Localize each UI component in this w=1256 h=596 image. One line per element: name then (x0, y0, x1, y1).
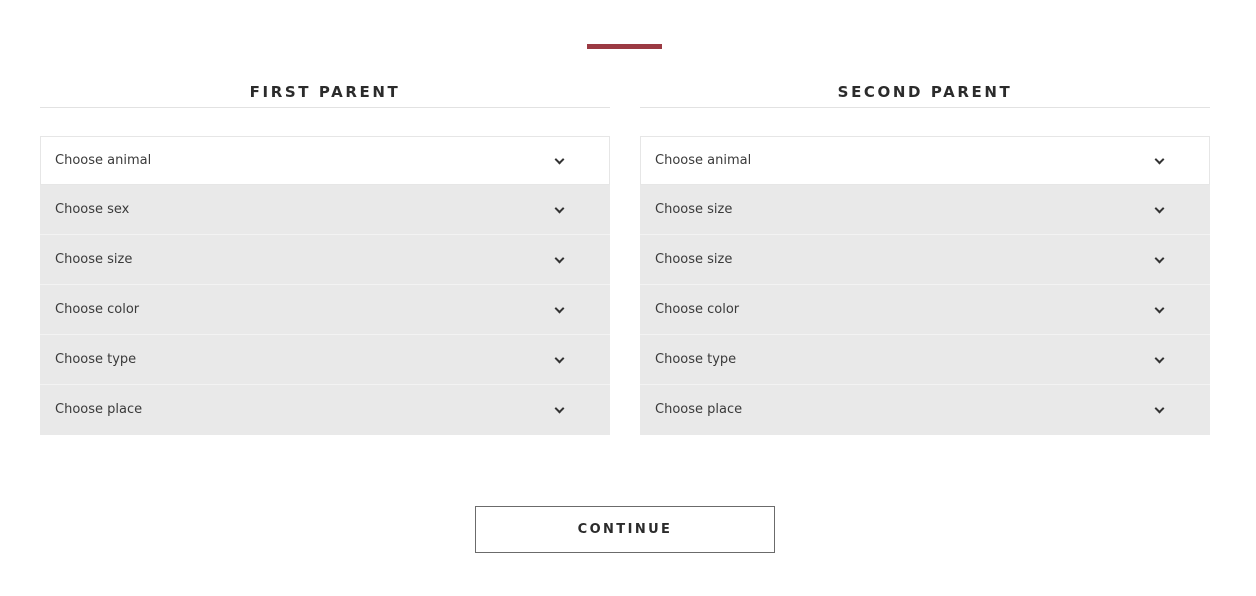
select-label: Choose size (55, 252, 133, 267)
continue-button[interactable]: CONTINUE (475, 506, 775, 553)
second-parent-place-select[interactable]: Choose place (640, 385, 1210, 435)
second-parent-type-select[interactable]: Choose type (640, 335, 1210, 385)
select-label: Choose sex (55, 202, 130, 217)
chevron-down-icon (1154, 253, 1165, 264)
chevron-down-icon (554, 403, 565, 414)
first-parent-panel: FIRST PARENT Choose animal Choose sex Ch… (40, 78, 610, 435)
first-parent-type-select[interactable]: Choose type (40, 335, 610, 385)
first-parent-title: FIRST PARENT (40, 78, 610, 108)
second-parent-animal-select[interactable]: Choose animal (640, 136, 1210, 185)
second-parent-color-select[interactable]: Choose color (640, 285, 1210, 335)
select-label: Choose size (655, 252, 733, 267)
second-parent-size-select-2[interactable]: Choose size (640, 235, 1210, 285)
second-parent-size-select[interactable]: Choose size (640, 185, 1210, 235)
chevron-down-icon (1154, 303, 1165, 314)
chevron-down-icon (554, 203, 565, 214)
chevron-down-icon (1154, 154, 1165, 165)
chevron-down-icon (1154, 353, 1165, 364)
second-parent-select-list: Choose animal Choose size Choose size Ch… (640, 136, 1210, 435)
second-parent-title: SECOND PARENT (640, 78, 1210, 108)
first-parent-size-select[interactable]: Choose size (40, 235, 610, 285)
select-label: Choose type (655, 352, 737, 367)
chevron-down-icon (1154, 203, 1165, 214)
select-label: Choose color (55, 302, 140, 317)
second-parent-panel: SECOND PARENT Choose animal Choose size … (640, 78, 1210, 435)
first-parent-sex-select[interactable]: Choose sex (40, 185, 610, 235)
select-label: Choose animal (55, 153, 152, 168)
select-label: Choose place (655, 402, 743, 417)
first-parent-color-select[interactable]: Choose color (40, 285, 610, 335)
select-label: Choose type (55, 352, 137, 367)
first-parent-select-list: Choose animal Choose sex Choose size Cho… (40, 136, 610, 435)
select-label: Choose place (55, 402, 143, 417)
select-label: Choose color (655, 302, 740, 317)
chevron-down-icon (554, 353, 565, 364)
accent-divider (587, 44, 662, 49)
chevron-down-icon (554, 154, 565, 165)
first-parent-animal-select[interactable]: Choose animal (40, 136, 610, 185)
first-parent-place-select[interactable]: Choose place (40, 385, 610, 435)
select-label: Choose size (655, 202, 733, 217)
chevron-down-icon (554, 253, 565, 264)
select-label: Choose animal (655, 153, 752, 168)
chevron-down-icon (1154, 403, 1165, 414)
chevron-down-icon (554, 303, 565, 314)
